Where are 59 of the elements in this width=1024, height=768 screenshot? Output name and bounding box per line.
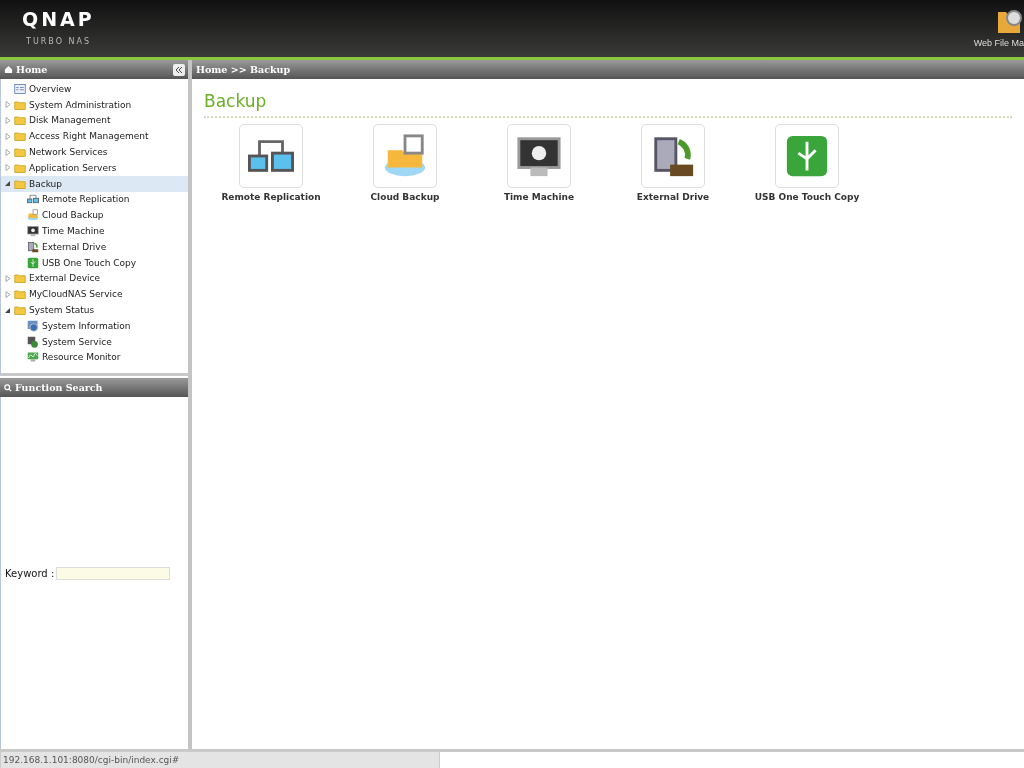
backup-tile[interactable]: USB One Touch Copy <box>740 124 874 202</box>
folder-icon <box>14 130 26 143</box>
backup-tile[interactable]: Remote Replication <box>204 124 338 202</box>
monitor-icon <box>27 225 39 238</box>
keyword-field[interactable] <box>56 566 171 580</box>
computers-icon <box>27 193 39 206</box>
breadcrumb: Home >> Backup <box>196 64 291 75</box>
folder-icon <box>14 304 26 317</box>
drive-icon <box>27 240 39 253</box>
tree-item[interactable]: Backup <box>1 175 188 192</box>
tree-item[interactable]: External Device <box>1 270 188 287</box>
search-title: Function Search <box>15 382 103 393</box>
folder-icon <box>14 288 26 301</box>
cloud-folder-icon <box>382 133 428 179</box>
tree-item[interactable]: System Service <box>1 333 188 350</box>
list-icon <box>14 82 26 95</box>
search-icon <box>4 383 12 392</box>
tree-item[interactable]: Remote Replication <box>1 191 188 208</box>
status-url: 192.168.1.101:8080/cgi-bin/index.cgi# <box>0 751 440 768</box>
tree-item[interactable]: Access Right Management <box>1 128 188 145</box>
expander-icon[interactable] <box>5 117 11 124</box>
tree-item[interactable]: Disk Management <box>1 112 188 129</box>
keyword-label: Keyword : <box>5 567 55 579</box>
double-chevron-icon <box>175 65 183 74</box>
tree-item[interactable]: System Information <box>1 317 188 334</box>
tree-item[interactable]: System Administration <box>1 96 188 113</box>
folder-icon <box>14 114 26 127</box>
sidebar-title: Home <box>16 64 48 75</box>
expanded-icon[interactable] <box>5 306 11 314</box>
expanded-icon[interactable] <box>5 180 11 188</box>
collapse-button[interactable] <box>173 63 185 76</box>
tree-item[interactable]: USB One Touch Copy <box>1 254 188 271</box>
usb-icon <box>784 133 830 179</box>
logo-subtitle: TURBO NAS <box>26 37 93 46</box>
tree-item[interactable]: Network Services <box>1 144 188 160</box>
folder-icon <box>14 98 26 111</box>
folder-icon <box>14 146 26 159</box>
logo: QNAP <box>22 8 95 30</box>
home-icon <box>4 65 13 74</box>
tree-item[interactable]: External Drive <box>1 238 188 255</box>
tree-item[interactable]: MyCloudNAS Service <box>1 286 188 303</box>
backup-tile[interactable]: Time Machine <box>472 124 606 202</box>
backup-tile[interactable]: Cloud Backup <box>338 124 472 202</box>
tree-item[interactable]: Cloud Backup <box>1 207 188 224</box>
tree-item[interactable]: Resource Monitor <box>1 349 188 366</box>
folder-icon <box>14 177 26 190</box>
tree-item[interactable]: Application Servers <box>1 160 188 176</box>
tree-item[interactable]: Time Machine <box>1 223 188 239</box>
tree-item[interactable]: System Status <box>1 302 188 318</box>
folder-icon <box>14 161 26 174</box>
web-file-manager-shortcut[interactable]: Web File Ma <box>973 0 1024 57</box>
backup-tile[interactable]: External Drive <box>606 124 740 202</box>
chart-icon <box>27 351 39 364</box>
globe-icon <box>27 319 39 332</box>
usb-icon <box>27 256 39 269</box>
page-title: Backup <box>204 91 1012 118</box>
tree-item[interactable]: Overview <box>1 81 188 97</box>
cloud-folder-icon <box>27 209 39 222</box>
folder-icon <box>14 272 26 285</box>
